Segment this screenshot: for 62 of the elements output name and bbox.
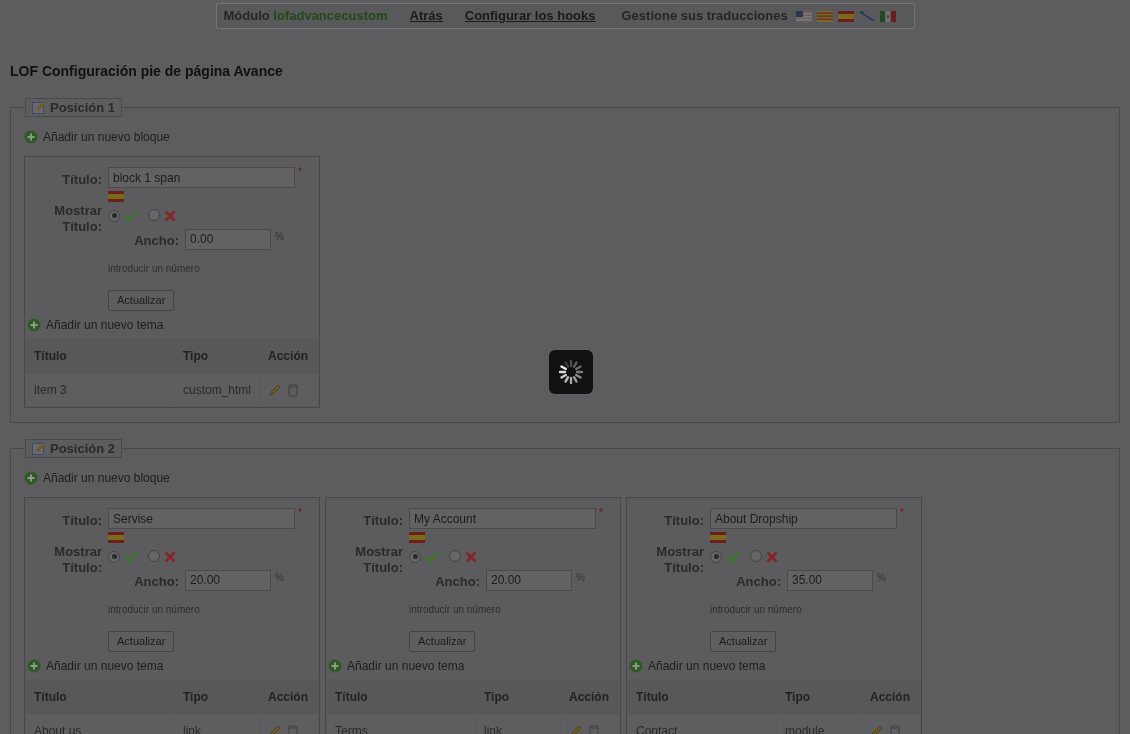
radio-button[interactable] [148,549,160,562]
title-input[interactable]: My Account [409,508,596,529]
edit-icon[interactable] [268,383,283,397]
toolbar-link[interactable]: Atrás [409,6,443,26]
cross-icon [766,550,778,563]
cross-icon [164,550,176,563]
toolbar-link[interactable]: Configurar los hooks [464,6,596,26]
title-input[interactable]: About Dropship [710,508,897,529]
add-icon [24,471,38,485]
cross-icon [465,550,477,563]
trash-icon[interactable] [589,724,599,734]
spinner-icon [558,359,584,385]
add-icon [629,659,643,673]
update-button[interactable]: Actualizar [108,289,175,311]
page-title: LOF Configuración pie de página Avance [10,62,284,81]
edit-icon[interactable] [268,724,282,734]
cross-icon [164,209,176,222]
unit-label: % [877,570,886,585]
radio-button[interactable] [108,550,120,563]
update-button[interactable]: Actualizar [108,630,175,652]
check-icon [425,550,439,563]
check-icon [124,209,138,222]
width-input[interactable]: 0.00 [185,228,271,250]
radio-button[interactable] [449,549,461,562]
add-icon [328,659,342,673]
add-item-link[interactable]: Añadir un nuevo tema [46,657,164,675]
required-mark: * [900,508,904,518]
edit-icon [32,101,46,114]
add-block-link[interactable]: Añadir un nuevo bloque [43,128,170,146]
add-icon [27,659,41,673]
add-item-link[interactable]: Añadir un nuevo tema [648,657,766,675]
trash-icon[interactable] [288,383,299,397]
required-mark: * [298,167,302,177]
add-item-link[interactable]: Añadir un nuevo tema [347,657,465,675]
unit-label: % [275,570,284,585]
title-input[interactable]: Servise [108,508,295,529]
width-input[interactable]: 20.00 [185,569,271,591]
add-block-link[interactable]: Añadir un nuevo bloque [43,469,170,487]
title-input[interactable]: block 1 span [108,167,295,188]
edit-icon[interactable] [870,724,884,734]
width-input[interactable]: 20.00 [486,569,572,591]
trash-icon[interactable] [890,724,900,734]
unit-label: % [275,229,284,244]
check-icon [124,550,138,563]
check-icon [726,550,740,563]
update-button[interactable]: Actualizar [710,630,777,652]
add-item-link[interactable]: Añadir un nuevo tema [46,316,164,334]
update-button[interactable]: Actualizar [409,630,476,652]
trash-icon[interactable] [288,724,298,734]
edit-icon[interactable] [569,724,583,734]
add-icon [24,130,38,144]
unit-label: % [576,570,585,585]
required-mark: * [599,508,603,518]
radio-button[interactable] [750,549,762,562]
radio-button[interactable] [148,208,160,221]
radio-button[interactable] [108,209,120,222]
radio-button[interactable] [409,550,421,563]
edit-icon [32,442,46,455]
radio-button[interactable] [710,550,722,563]
width-input[interactable]: 35.00 [787,569,873,591]
add-icon [27,318,41,332]
required-mark: * [298,508,302,518]
